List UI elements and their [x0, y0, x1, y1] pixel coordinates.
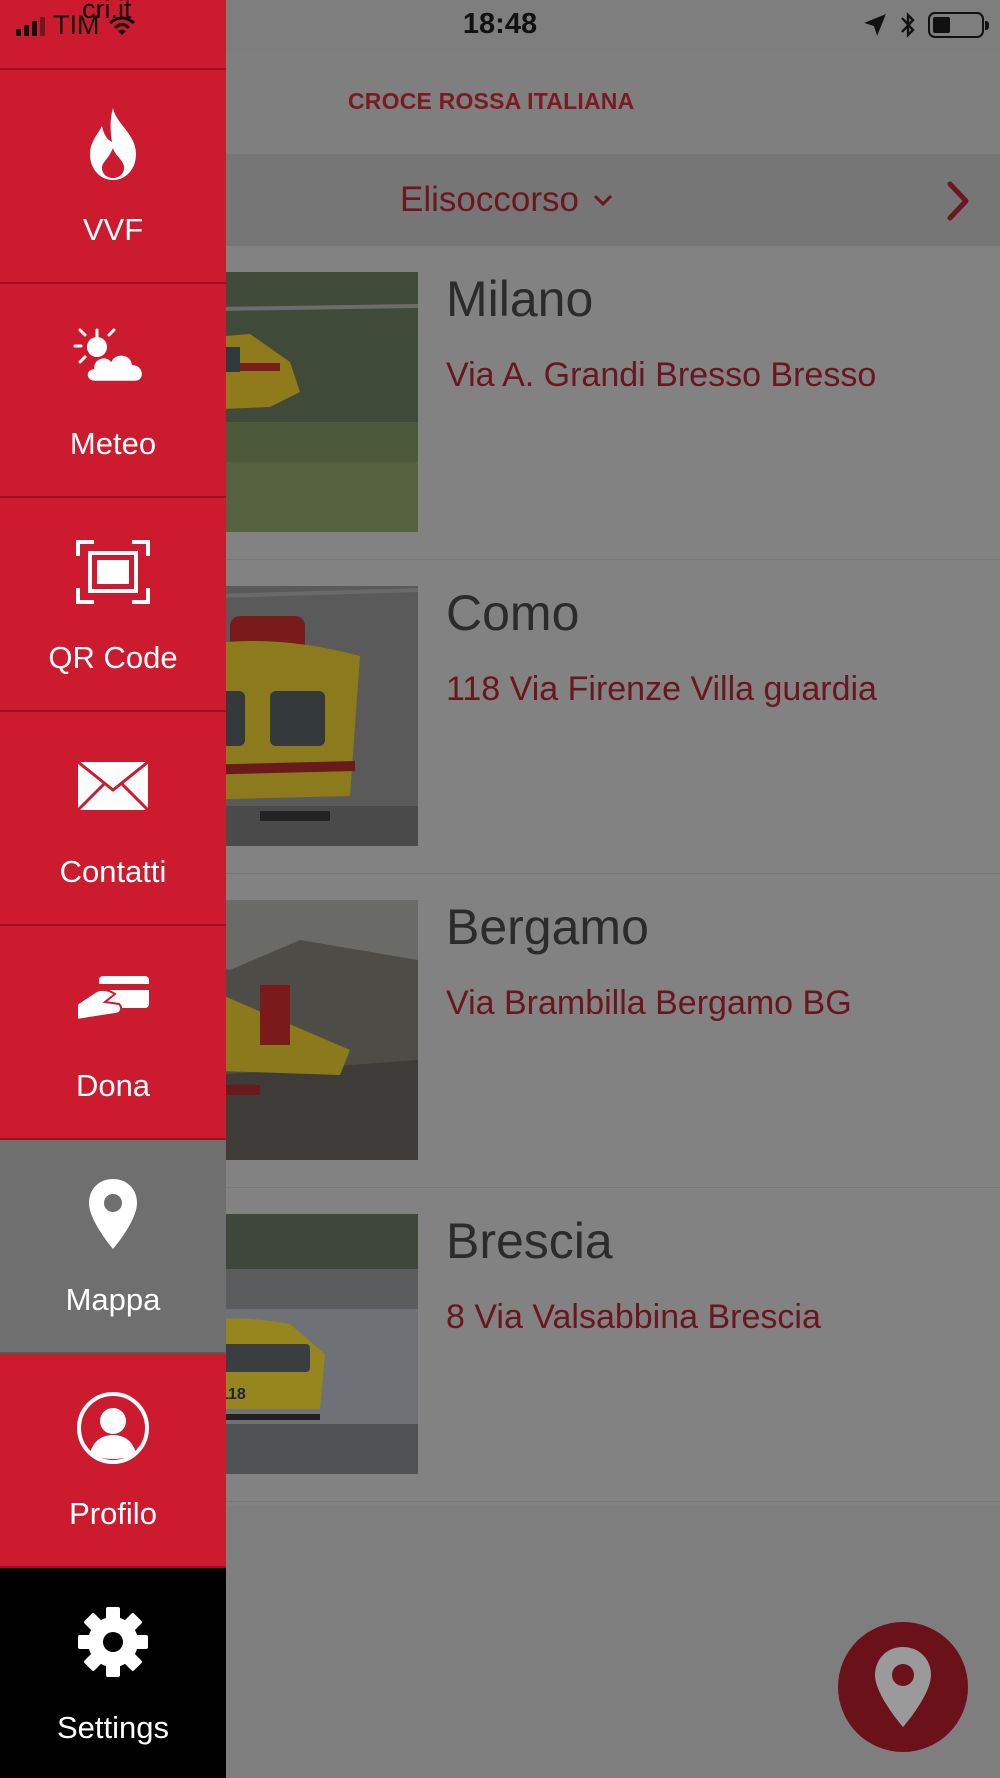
- map-pin-icon: [875, 1647, 931, 1727]
- chevron-right-icon[interactable]: [944, 178, 974, 224]
- map-pin-icon: [89, 1179, 137, 1249]
- signal-strength-icon: [16, 16, 45, 36]
- base-address: 8 Via Valsabbina Brescia: [446, 1298, 821, 1336]
- base-address: Via A. Grandi Bresso Bresso: [446, 356, 877, 394]
- flame-icon: [90, 108, 136, 180]
- side-drawer: TIM cri.it VVF Meteo QR Code Contatti Do…: [0, 0, 226, 1778]
- base-city: Milano: [446, 271, 594, 327]
- menu-item-label: Profilo: [69, 1496, 157, 1531]
- menu-item-mappa[interactable]: Mappa: [0, 1140, 226, 1354]
- menu-item-label: Contatti: [59, 854, 167, 889]
- profile-icon: [77, 1392, 149, 1464]
- menu-item-label: Mappa: [65, 1282, 161, 1317]
- menu-item-contatti[interactable]: Contatti: [0, 712, 226, 926]
- base-city: Como: [446, 585, 580, 641]
- base-address: Via Brambilla Bergamo BG: [446, 984, 852, 1022]
- menu-item-meteo[interactable]: Meteo: [0, 284, 226, 498]
- donate-card-icon: [76, 976, 149, 1022]
- menu-item-label: Meteo: [69, 426, 157, 461]
- drawer-menu: VVF Meteo QR Code Contatti Dona Mappa Pr…: [0, 70, 226, 1778]
- status-icons: [862, 9, 989, 41]
- page-url: cri.it: [82, 0, 132, 24]
- gear-icon: [78, 1607, 148, 1677]
- menu-item-profilo[interactable]: Profilo: [0, 1354, 226, 1568]
- menu-item-settings[interactable]: Settings: [0, 1568, 226, 1778]
- menu-item-label: QR Code: [48, 640, 178, 675]
- base-city: Bergamo: [446, 899, 649, 955]
- chevron-down-icon: [593, 194, 613, 207]
- base-address: 118 Via Firenze Villa guardia: [446, 670, 877, 708]
- map-fab-button[interactable]: [838, 1622, 968, 1752]
- bluetooth-icon: [901, 12, 915, 38]
- category-dropdown[interactable]: Elisoccorso: [400, 180, 613, 220]
- envelope-icon: [76, 760, 150, 812]
- category-dropdown-label: Elisoccorso: [400, 180, 579, 219]
- menu-item-vvf[interactable]: VVF: [0, 70, 226, 284]
- menu-item-dona[interactable]: Dona: [0, 926, 226, 1140]
- weather-icon: [73, 328, 145, 384]
- drawer-status-area: TIM cri.it: [0, 0, 226, 70]
- menu-item-label: Settings: [56, 1710, 169, 1745]
- menu-item-label: VVF: [82, 212, 144, 247]
- qr-scan-icon: [76, 540, 150, 604]
- brand-title: CROCE ROSSA ITALIANA: [348, 88, 635, 114]
- menu-item-label: Dona: [75, 1068, 151, 1103]
- location-arrow-icon: [864, 14, 886, 36]
- menu-item-qr-code[interactable]: QR Code: [0, 498, 226, 712]
- base-city: Brescia: [446, 1213, 613, 1269]
- battery-icon: [928, 12, 989, 38]
